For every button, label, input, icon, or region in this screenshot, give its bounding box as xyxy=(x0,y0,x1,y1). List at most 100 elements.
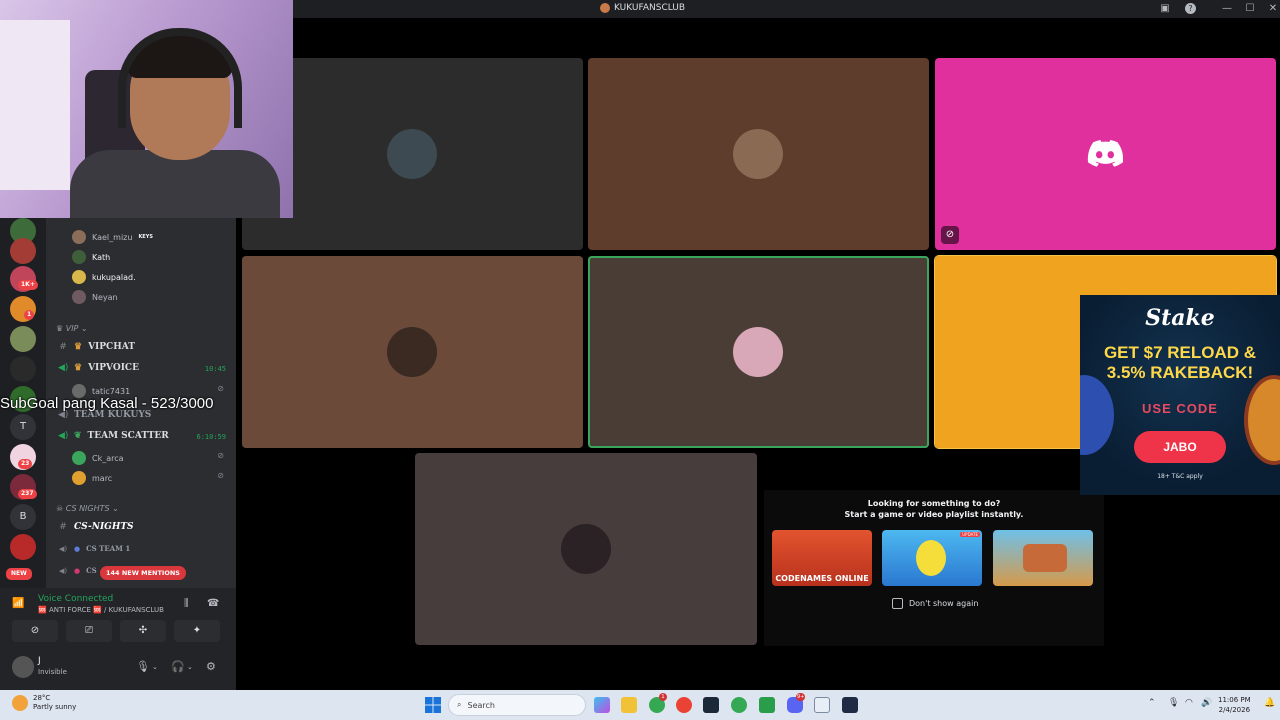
skull-icon: ☠ xyxy=(56,504,66,513)
signal-icon[interactable]: 📶 xyxy=(12,598,24,609)
notification-badge: 9+ xyxy=(796,693,806,701)
gear-icon[interactable]: ⚙ xyxy=(206,660,216,673)
ad-offer-line: GET $7 RELOAD & xyxy=(1103,343,1257,362)
speaker-icon: ◀) xyxy=(58,363,69,373)
globe-icon: ● xyxy=(74,544,81,553)
volume-icon[interactable]: 🔊 xyxy=(1201,698,1212,708)
channel-cs-nights[interactable]: # CS-NIGHTS xyxy=(58,522,133,532)
weather-text: 28°C Partly sunny xyxy=(33,694,76,712)
channel-vipchat[interactable]: # ♛ VIPCHAT xyxy=(58,342,135,352)
ad-terms: 18+ T&C apply xyxy=(1157,473,1203,480)
notification-bell-icon[interactable]: 🔔 xyxy=(1264,698,1275,708)
headphones-icon[interactable]: 🎧 xyxy=(171,660,185,673)
help-icon[interactable]: ? xyxy=(1185,3,1196,14)
activity-prompt-line: Start a game or video playlist instantly… xyxy=(844,510,1024,519)
soundboard-button[interactable]: ✦ xyxy=(174,620,220,642)
chevron-down-icon[interactable]: ⌄ xyxy=(187,663,193,671)
wifi-icon[interactable]: ◠ xyxy=(1185,698,1193,708)
muted-icon: ⊘ xyxy=(217,384,224,393)
avatar xyxy=(733,327,783,377)
server-icon[interactable] xyxy=(10,356,36,382)
weather-condition: Partly sunny xyxy=(33,703,77,711)
ad-code: JABO xyxy=(1134,431,1226,463)
steam-icon[interactable] xyxy=(703,697,719,713)
voice-user[interactable]: kukupalad. xyxy=(72,270,136,284)
category-vip[interactable]: ♛ VIP ⌄ xyxy=(56,324,88,333)
server-icon-t[interactable]: T xyxy=(10,414,36,440)
channel-team-scatter[interactable]: ◀) ❦ TEAM SCATTER xyxy=(58,431,169,441)
dont-show-again[interactable]: Don't show again xyxy=(892,598,978,609)
new-badge[interactable]: NEW xyxy=(6,568,32,580)
chevron-down-icon: ⌄ xyxy=(78,324,88,333)
notification-badge: 1K+ xyxy=(18,280,38,290)
chrome-icon[interactable] xyxy=(731,697,747,713)
file-explorer-icon[interactable] xyxy=(621,697,637,713)
taskbar-search[interactable]: ⌕ Search xyxy=(448,694,586,716)
channel-name: VIPVOICE xyxy=(88,363,139,373)
dont-show-label: Don't show again xyxy=(909,599,979,608)
server-icon-b[interactable]: B xyxy=(10,504,36,530)
window-title: KUKUFANSCLUB xyxy=(600,3,685,13)
voice-user[interactable]: Kath xyxy=(72,250,110,264)
disconnect-icon[interactable]: ☎ xyxy=(207,598,219,609)
app-icon[interactable] xyxy=(759,697,775,713)
ad-offer-line: 3.5% RAKEBACK! xyxy=(1106,363,1254,382)
weather-widget[interactable]: 28°C Partly sunny xyxy=(12,694,76,712)
server-icon[interactable] xyxy=(10,534,36,560)
microphone-icon[interactable]: 🎙 xyxy=(1168,698,1179,708)
new-mentions-button[interactable]: 144 NEW MENTIONS xyxy=(100,566,186,580)
voice-user[interactable]: Ck_arca xyxy=(72,451,124,465)
taskbar-clock[interactable]: 11:06 PM 2/4/2026 xyxy=(1218,695,1251,715)
close-button[interactable]: ✕ xyxy=(1266,2,1280,16)
microphone-icon[interactable]: 🎙 xyxy=(136,660,150,673)
windows-start-icon[interactable] xyxy=(425,697,441,713)
voice-user[interactable]: Neyan xyxy=(72,290,118,304)
participant-tile-speaking[interactable] xyxy=(588,256,929,448)
minimize-button[interactable]: — xyxy=(1220,2,1234,16)
channel-vipvoice[interactable]: ◀) ♛ VIPVOICE xyxy=(58,363,139,373)
voice-user-name: kukupalad. xyxy=(92,272,136,282)
chevron-down-icon[interactable]: ⌄ xyxy=(152,663,158,671)
server-icon[interactable] xyxy=(10,238,36,264)
camera-off-button[interactable]: ⊘ xyxy=(12,620,58,642)
participant-tile[interactable] xyxy=(242,256,583,448)
channel-cs-team-2[interactable]: ◀) ● CS xyxy=(58,566,97,575)
chevron-up-icon[interactable]: ⌃ xyxy=(1148,698,1156,708)
participant-tile[interactable] xyxy=(588,58,929,250)
voice-user[interactable]: Kael_mizu KEYS xyxy=(72,230,153,244)
screen-share-button[interactable]: ⎚ xyxy=(66,620,112,642)
text-channel-icon: # xyxy=(59,342,67,352)
channel-cs-team-1[interactable]: ◀) ● CS TEAM 1 xyxy=(58,544,130,553)
participant-tile[interactable] xyxy=(242,58,583,250)
activity-card-codenames[interactable]: CODENAMES ONLINE xyxy=(772,530,872,586)
inbox-icon[interactable]: ▣ xyxy=(1158,2,1172,16)
voice-user[interactable]: marc xyxy=(72,471,112,485)
voice-panel: 📶 Voice Connected 🆘 ANTI FORCE 🆘 / KUKUF… xyxy=(0,588,236,690)
obs-icon[interactable] xyxy=(842,697,858,713)
muted-icon: ⊘ xyxy=(217,471,224,480)
avatar[interactable] xyxy=(12,656,34,678)
voice-location[interactable]: 🆘 ANTI FORCE 🆘 / KUKUFANSCLUB xyxy=(38,606,164,614)
participant-tile[interactable] xyxy=(415,453,757,645)
noise-suppression-icon[interactable]: ⫼ xyxy=(184,598,189,609)
maximize-button[interactable]: ☐ xyxy=(1243,2,1257,16)
username[interactable]: J xyxy=(38,656,41,666)
voice-status[interactable]: Voice Connected xyxy=(38,594,113,604)
activity-card-merge[interactable] xyxy=(993,530,1093,586)
notification-badge: 237 xyxy=(18,489,37,499)
chrome-icon[interactable] xyxy=(676,697,692,713)
temperature: 28°C xyxy=(33,694,51,702)
checkbox[interactable] xyxy=(892,598,903,609)
video-hidden-icon[interactable]: ⊘ xyxy=(941,226,959,244)
category-cs-nights[interactable]: ☠ CS NIGHTS ⌄ xyxy=(56,504,119,513)
server-icon[interactable] xyxy=(10,326,36,352)
avatar xyxy=(72,250,86,264)
headset-icon xyxy=(118,28,242,128)
user-tag: KEYS xyxy=(138,234,153,240)
activities-button[interactable]: ✣ xyxy=(120,620,166,642)
activity-card-banana[interactable]: UPDATE xyxy=(882,530,982,586)
copilot-icon[interactable] xyxy=(594,697,610,713)
participant-tile[interactable]: ⊘ xyxy=(935,58,1276,250)
notepad-icon[interactable] xyxy=(814,697,830,713)
ad-brand: Stake xyxy=(1145,305,1215,331)
